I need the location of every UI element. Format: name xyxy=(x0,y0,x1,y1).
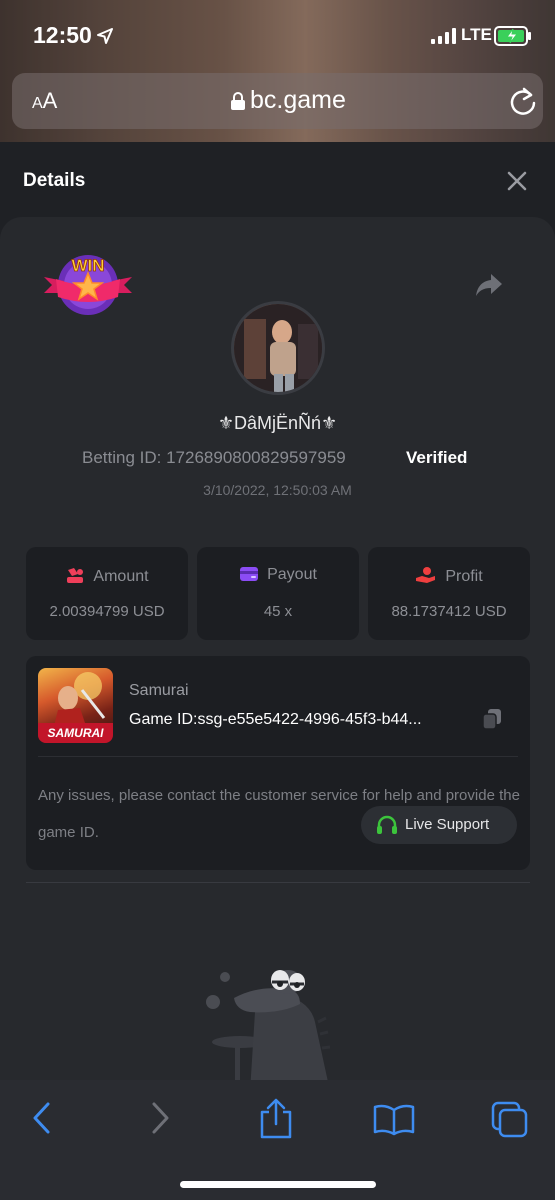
stat-profit: Profit 88.1737412 USD xyxy=(368,547,530,640)
back-icon[interactable] xyxy=(30,1100,52,1136)
game-info-panel: SAMURAI Samurai Game ID:ssg-e55e5422-499… xyxy=(26,656,530,870)
bet-details-card: WIN ⚜DâMjËnÑń⚜ Betting ID: 1726890800829… xyxy=(0,217,555,1107)
signal-icon xyxy=(431,28,456,44)
avatar-photo xyxy=(234,304,322,392)
game-thumbnail-label: SAMURAI xyxy=(38,723,113,743)
close-icon[interactable] xyxy=(506,170,528,192)
share-sheet-icon[interactable] xyxy=(258,1098,294,1140)
betting-id: Betting ID: 1726890800829597959 xyxy=(82,448,346,467)
home-indicator xyxy=(180,1181,376,1188)
avatar xyxy=(231,301,325,395)
tabs-icon[interactable] xyxy=(490,1100,530,1140)
address-bar[interactable]: AA bc.game xyxy=(12,73,543,129)
win-badge-icon: WIN xyxy=(44,255,132,315)
bookmarks-icon[interactable] xyxy=(373,1104,415,1136)
share-icon[interactable] xyxy=(474,272,504,298)
reload-icon[interactable] xyxy=(509,86,537,116)
section-divider xyxy=(26,882,530,883)
stat-amount-value: 2.00394799 USD xyxy=(49,603,165,620)
coins-icon xyxy=(67,568,84,583)
url-text[interactable]: bc.game xyxy=(250,86,346,115)
stat-payout-label: Payout xyxy=(267,566,317,583)
location-arrow-icon xyxy=(97,28,113,44)
text-size-button[interactable]: AA xyxy=(32,88,57,114)
win-badge-text: WIN xyxy=(71,256,104,275)
page-title: Details xyxy=(23,170,86,191)
bet-timestamp: 3/10/2022, 12:50:03 AM xyxy=(203,482,352,498)
browser-chrome: 12:50 LTE AA bc.game xyxy=(0,0,555,142)
game-thumbnail[interactable]: SAMURAI xyxy=(38,668,113,743)
verified-label[interactable]: Verified xyxy=(406,448,467,468)
details-header: Details xyxy=(0,142,555,220)
stat-amount: Amount 2.00394799 USD xyxy=(26,547,188,640)
username: ⚜DâMjËnÑń⚜ xyxy=(217,413,338,433)
live-support-label: Live Support xyxy=(405,816,490,833)
copy-icon[interactable] xyxy=(482,708,502,730)
hand-coin-icon xyxy=(416,567,436,583)
stat-payout: Payout 45 x xyxy=(197,547,359,640)
stat-payout-value: 45 x xyxy=(263,603,293,620)
stat-profit-label: Profit xyxy=(445,568,483,585)
wallet-icon xyxy=(240,567,259,581)
live-support-button[interactable]: Live Support xyxy=(361,806,517,844)
battery-charging-icon xyxy=(494,26,531,46)
game-id: Game ID:ssg-e55e5422-4996-45f3-b44... xyxy=(129,711,422,728)
game-name: Samurai xyxy=(129,682,189,699)
forward-icon[interactable] xyxy=(150,1100,172,1136)
status-bar: 12:50 LTE xyxy=(0,0,555,70)
status-time: 12:50 xyxy=(33,22,92,48)
divider xyxy=(38,756,518,757)
headset-icon xyxy=(377,815,397,834)
network-type: LTE xyxy=(461,25,492,44)
stat-profit-value: 88.1737412 USD xyxy=(391,603,507,620)
lock-icon xyxy=(231,92,245,110)
stat-amount-label: Amount xyxy=(93,568,149,585)
